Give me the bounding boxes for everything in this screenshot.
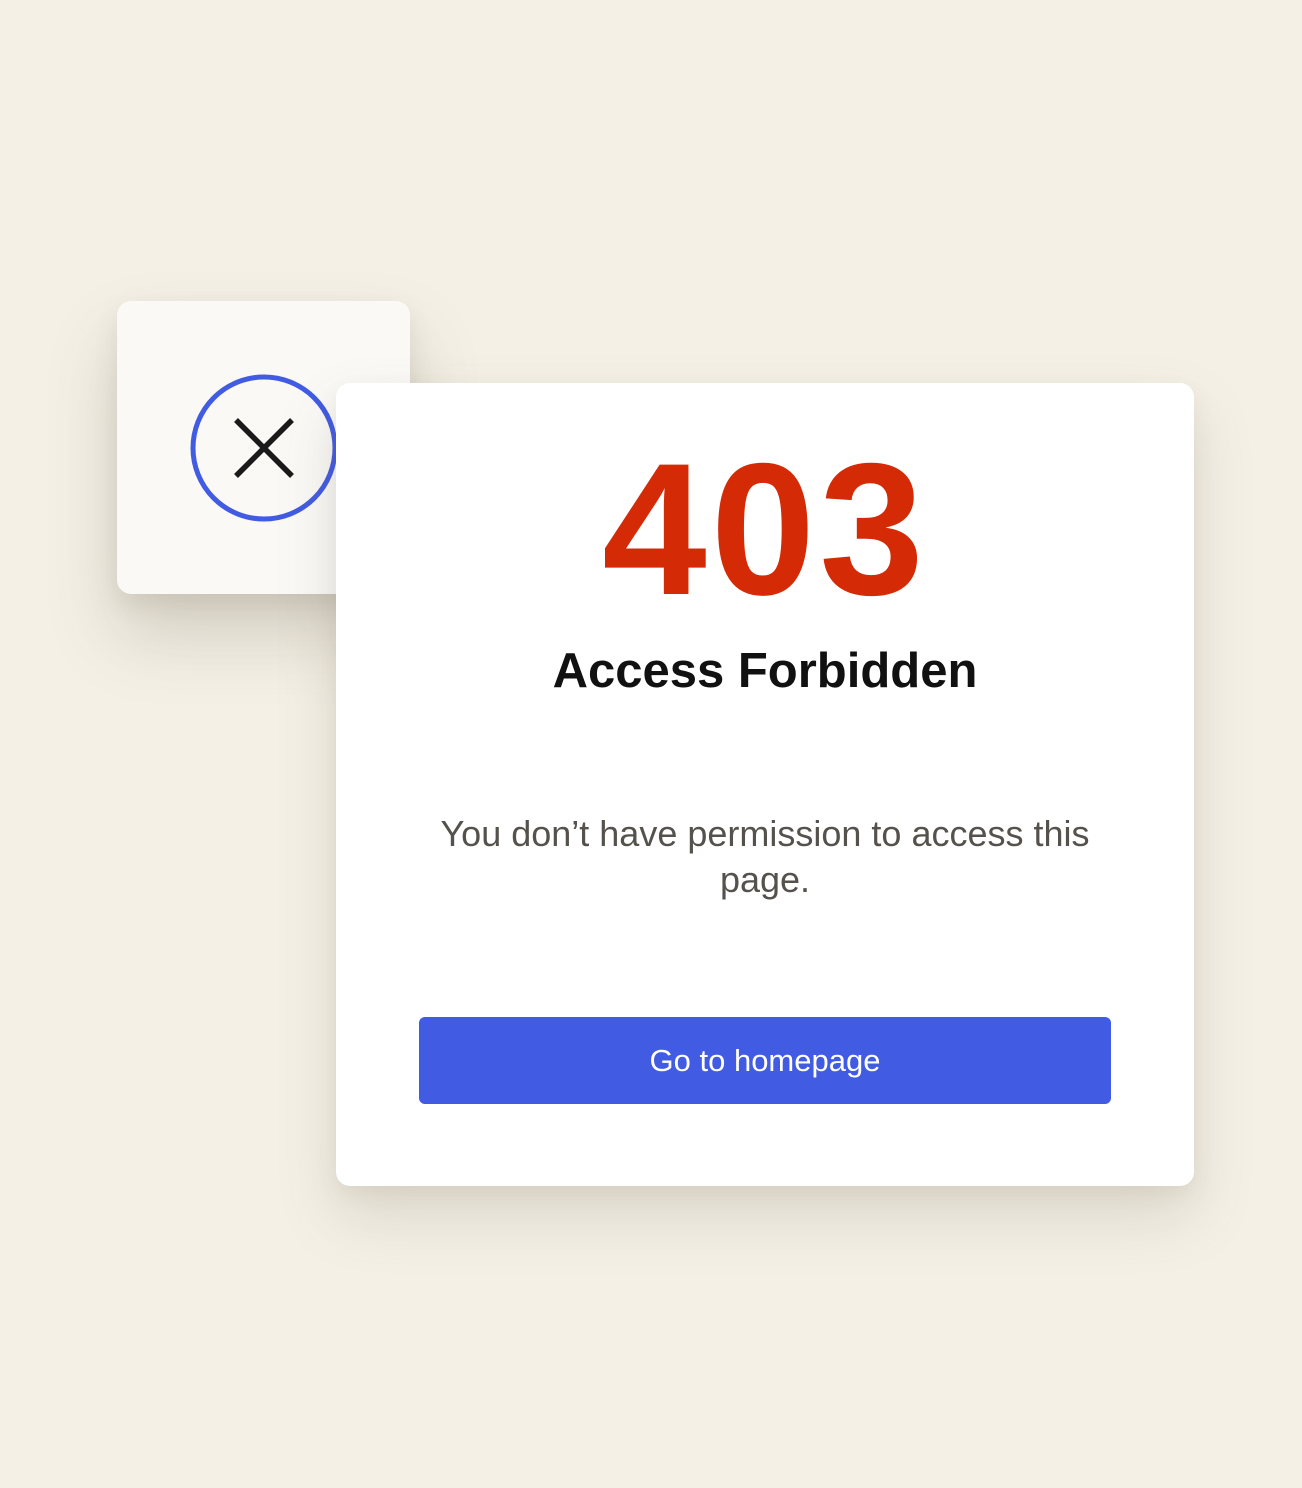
- close-circle-icon: [190, 374, 337, 521]
- go-to-homepage-label: Go to homepage: [649, 1042, 881, 1078]
- error-code: 403: [602, 424, 928, 634]
- error-card: 403 Access Forbidden You don’t have perm…: [336, 383, 1194, 1186]
- error-message: You don’t have permission to access this…: [440, 813, 1090, 900]
- go-to-homepage-button[interactable]: Go to homepage: [419, 1017, 1111, 1104]
- error-title: Access Forbidden: [552, 644, 978, 698]
